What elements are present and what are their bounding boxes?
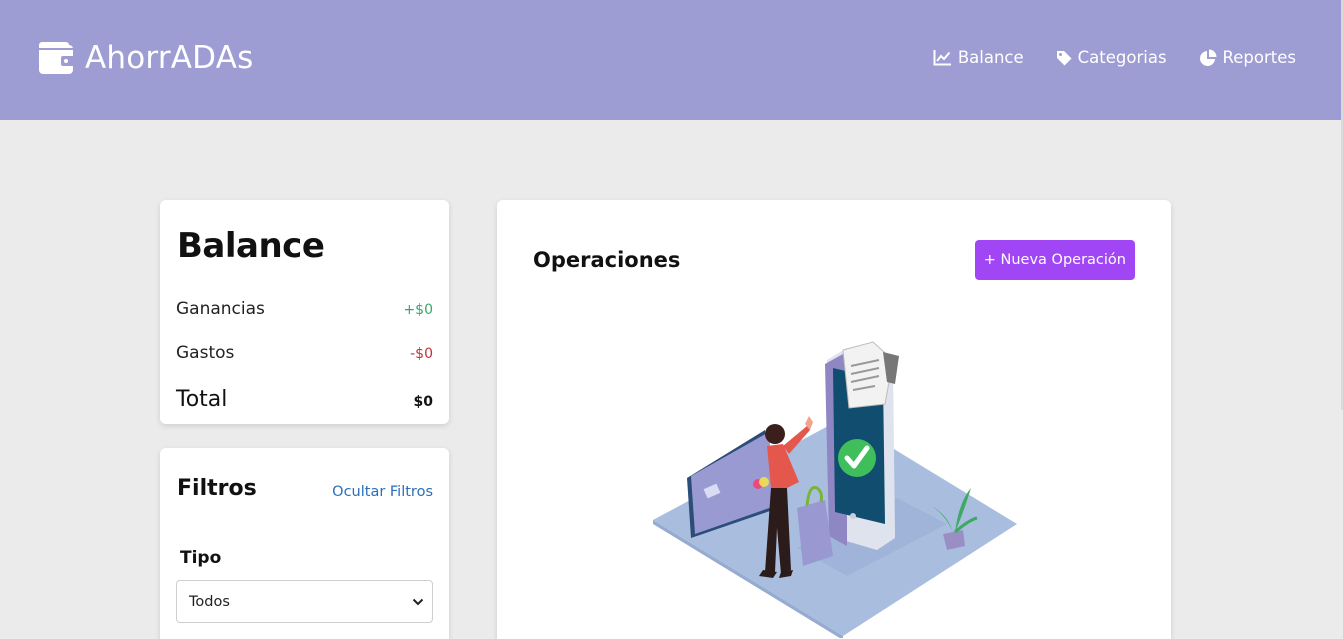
operations-title: Operaciones — [533, 248, 681, 272]
total-value: $0 — [413, 394, 433, 410]
gastos-value: -$0 — [410, 346, 433, 362]
hide-filters-link[interactable]: Ocultar Filtros — [332, 484, 433, 500]
gastos-label: Gastos — [176, 343, 235, 363]
operations-card: Operaciones + Nueva Operación — [497, 200, 1171, 639]
balance-title: Balance — [177, 226, 325, 266]
navbar: AhorrADAs Balance Categorias Reportes — [0, 0, 1341, 120]
wallet-icon — [39, 42, 75, 74]
total-label: Total — [176, 387, 228, 412]
nav-item-balance[interactable]: Balance — [933, 48, 1024, 67]
nav-item-label: Categorias — [1077, 48, 1167, 67]
total-row: Total $0 — [176, 387, 433, 412]
brand[interactable]: AhorrADAs — [39, 40, 253, 76]
tipo-label: Tipo — [180, 548, 222, 568]
gastos-row: Gastos -$0 — [176, 343, 433, 363]
chevron-down-icon — [412, 598, 424, 605]
filters-card: Filtros Ocultar Filtros Tipo Todos — [160, 448, 449, 639]
brand-name: AhorrADAs — [85, 40, 254, 76]
line-chart-icon — [933, 50, 951, 66]
pie-chart-icon — [1199, 49, 1217, 66]
filters-title: Filtros — [177, 476, 257, 501]
empty-operations-illustration — [653, 341, 1017, 638]
nav-item-reportes[interactable]: Reportes — [1199, 48, 1296, 67]
ganancias-value: +$0 — [403, 302, 433, 318]
tipo-select[interactable]: Todos — [176, 580, 433, 623]
nav-item-label: Reportes — [1222, 48, 1296, 67]
nav-item-label: Balance — [957, 48, 1024, 67]
tipo-select-value: Todos — [189, 593, 230, 610]
ganancias-label: Ganancias — [176, 299, 265, 319]
nav-links: Balance Categorias Reportes — [933, 48, 1296, 67]
ganancias-row: Ganancias +$0 — [176, 299, 433, 319]
nav-item-categorias[interactable]: Categorias — [1056, 48, 1167, 67]
tag-icon — [1056, 50, 1072, 65]
balance-card: Balance Ganancias +$0 Gastos -$0 Total $… — [160, 200, 449, 424]
new-operation-button[interactable]: + Nueva Operación — [974, 240, 1135, 280]
